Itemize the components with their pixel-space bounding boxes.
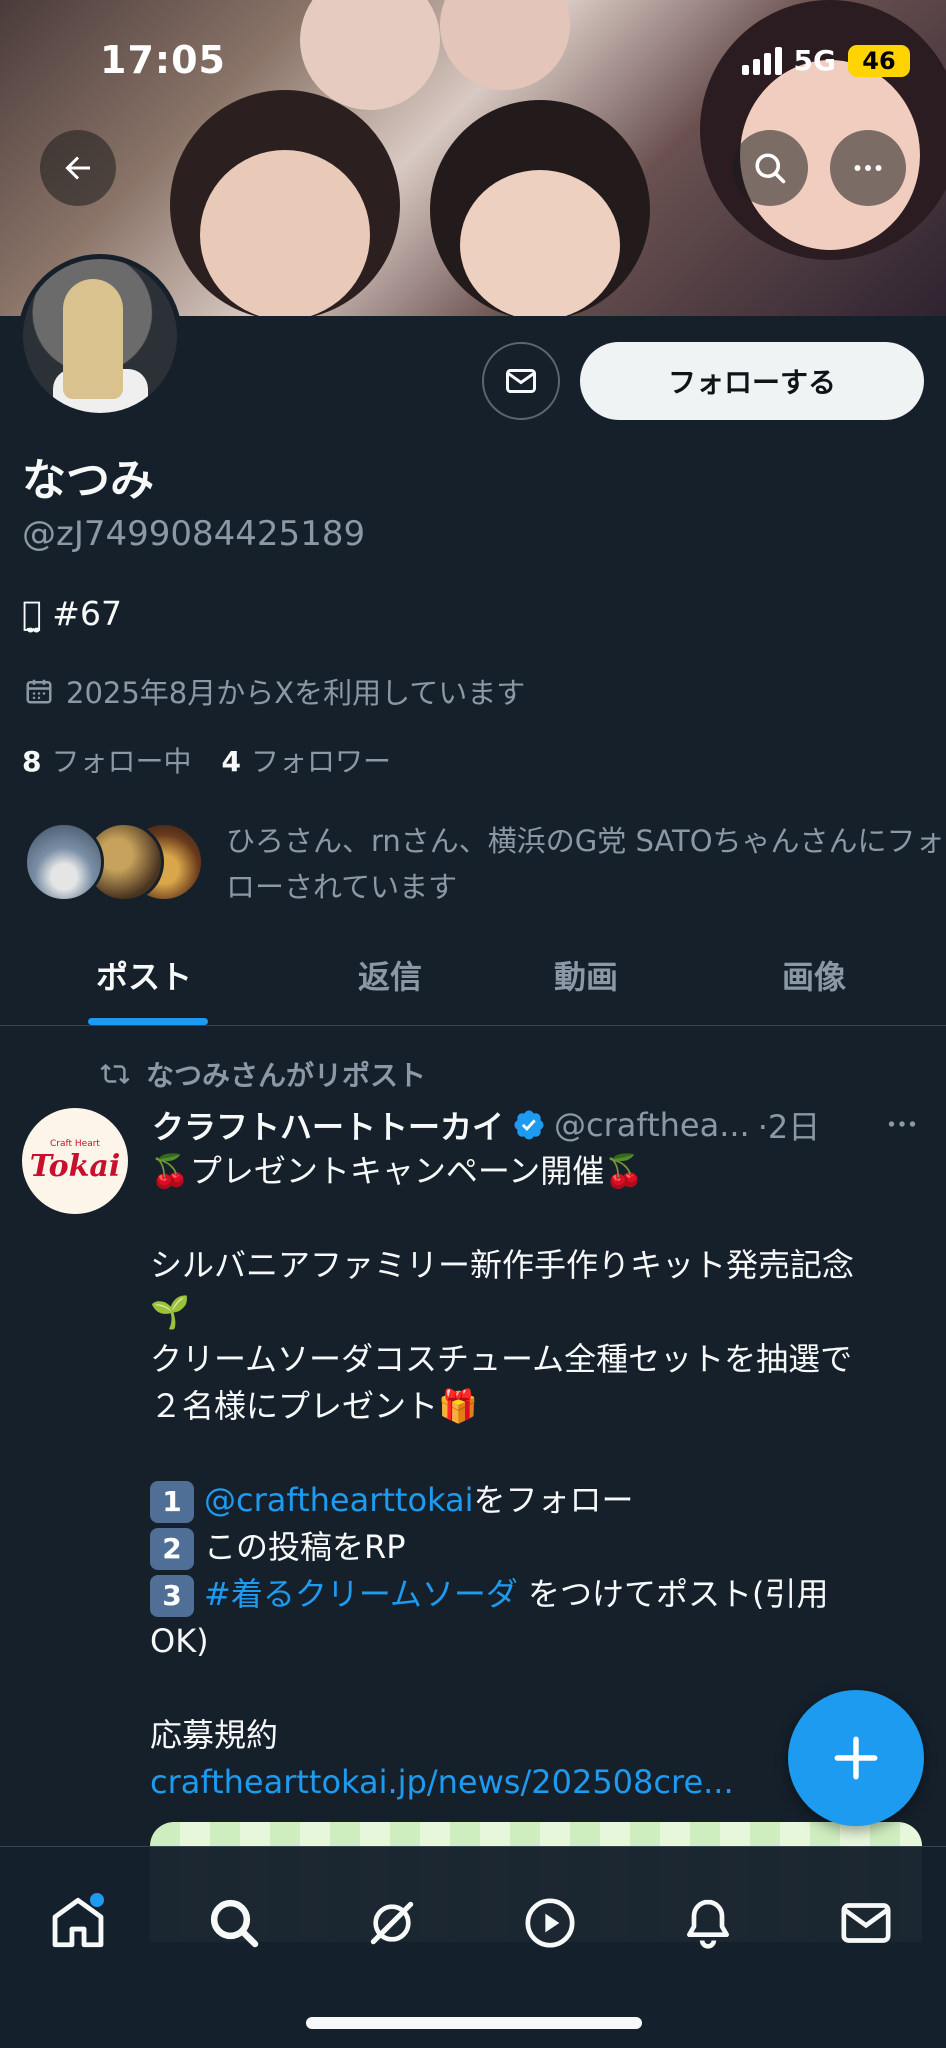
nav-search[interactable] — [194, 1883, 274, 1963]
profile-bio: ꪔ̤̫ #67 — [22, 594, 122, 633]
nav-grok[interactable] — [352, 1883, 432, 1963]
post-text: 🍒プレゼントキャンペーン開催🍒 シルバニアファミリー新作手作りキット発売記念 🌱… — [150, 1148, 910, 1806]
follow-button[interactable]: フォローする — [580, 342, 924, 420]
post-line: ２名様にプレゼント🎁 — [150, 1387, 478, 1425]
following-label: フォロー中 — [51, 745, 192, 778]
search-icon — [210, 1899, 259, 1948]
post-author-avatar[interactable]: Craft Heart Tokai — [22, 1108, 128, 1214]
bottom-navigation — [0, 1846, 946, 2048]
more-horizontal-icon — [888, 1121, 916, 1127]
post-line: シルバニアファミリー新作手作りキット発売記念 — [150, 1246, 855, 1284]
grok-icon — [370, 1901, 414, 1945]
signal-icon — [741, 46, 782, 75]
post-author-name[interactable]: クラフトハートトーカイ — [152, 1102, 504, 1148]
post-line: 🍒プレゼントキャンペーン開催🍒 — [150, 1152, 645, 1190]
followed-by-text: ひろさん、rnさん、横浜のG党 SATOちゃんさんにフォローされています — [226, 824, 945, 904]
battery-indicator: 46 — [848, 44, 910, 77]
hashtag-link[interactable]: #着るクリームソーダ — [204, 1575, 518, 1613]
post-line: OK) — [150, 1622, 209, 1660]
mention-link[interactable]: @crafthearttokai — [204, 1481, 473, 1519]
video-icon — [525, 1898, 575, 1948]
notification-dot — [90, 1893, 104, 1907]
home-indicator — [306, 2017, 642, 2029]
notifications-icon — [687, 1899, 729, 1949]
search-button[interactable] — [732, 130, 808, 206]
plus-icon — [834, 1736, 878, 1780]
followed-by-section[interactable]: ひろさん、rnさん、横浜のG党 SATOちゃんさんにフォローされています — [24, 818, 945, 908]
repost-indicator: なつみさんがリポスト — [98, 1054, 426, 1094]
messages-icon — [841, 1903, 891, 1943]
tab-posts[interactable]: ポスト — [96, 952, 192, 998]
nav-home[interactable] — [38, 1883, 118, 1963]
display-name: なつみ — [22, 455, 154, 506]
mail-icon — [506, 369, 536, 393]
back-button[interactable] — [40, 130, 116, 206]
tab-replies[interactable]: 返信 — [358, 952, 422, 998]
nav-video[interactable] — [510, 1883, 590, 1963]
post-author-handle: @crafthea... — [554, 1106, 750, 1144]
verified-badge-icon — [514, 1110, 544, 1140]
nav-messages[interactable] — [826, 1883, 906, 1963]
joined-date: 2025年8月からXを利用しています — [24, 670, 525, 712]
message-button[interactable] — [482, 342, 560, 420]
post-header: クラフトハートトーカイ @crafthea... ·2日 — [152, 1102, 932, 1148]
profile-tabs: ポスト 返信 動画 画像 — [0, 930, 946, 1026]
keycap-1: 1 — [150, 1481, 194, 1523]
post-more-button[interactable] — [884, 1106, 920, 1146]
post-time: ·2日 — [757, 1108, 821, 1146]
post-line: クリームソーダコスチューム全種セットを抽選で — [150, 1340, 853, 1378]
user-handle: @zJ7499084425189 — [22, 514, 366, 554]
tab-videos[interactable]: 動画 — [554, 952, 618, 998]
following-count: 8 — [22, 745, 42, 778]
followers-label: フォロワー — [250, 745, 391, 778]
repost-label: なつみさんがリポスト — [146, 1059, 427, 1092]
network-label: 5G — [793, 44, 836, 77]
more-horizontal-icon — [854, 165, 882, 171]
joined-text: 2025年8月からXを利用しています — [66, 676, 526, 710]
status-time: 17:05 — [100, 38, 226, 82]
more-options-button[interactable] — [830, 130, 906, 206]
tab-images[interactable]: 画像 — [782, 952, 846, 998]
step-3: 3 #着るクリームソーダ をつけてポスト(引用 — [150, 1571, 910, 1618]
post-line — [150, 1195, 910, 1242]
search-icon — [755, 153, 786, 184]
followers-link[interactable]: 4 フォロワー — [222, 740, 392, 780]
following-link[interactable]: 8 フォロー中 — [22, 740, 192, 780]
step-1: 1 @crafthearttokaiをフォロー — [150, 1477, 910, 1524]
back-arrow-icon — [65, 156, 90, 180]
active-tab-indicator — [88, 1018, 208, 1025]
calendar-icon — [26, 679, 52, 704]
repost-icon — [100, 1063, 130, 1085]
nav-notifications[interactable] — [668, 1883, 748, 1963]
keycap-2: 2 — [150, 1528, 194, 1570]
keycap-3: 3 — [150, 1575, 194, 1617]
post-line — [150, 1430, 910, 1477]
followers-count: 4 — [221, 745, 241, 778]
status-bar: 17:05 5G 46 — [0, 0, 946, 120]
tokai-logo: Tokai — [29, 1148, 121, 1184]
post-line: 🌱 — [150, 1293, 190, 1331]
compose-button[interactable] — [788, 1690, 924, 1826]
follower-avatar — [24, 822, 104, 902]
step-2: 2 この投稿をRP — [150, 1524, 910, 1571]
profile-avatar[interactable] — [18, 254, 182, 418]
